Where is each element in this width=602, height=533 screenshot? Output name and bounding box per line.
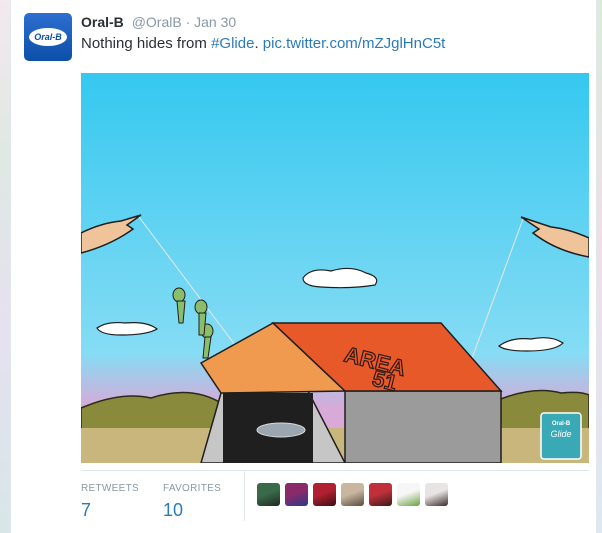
tweet-stats: RETWEETS 7 FAVORITES 10 [81,470,589,526]
favoriter-avatars [257,483,448,506]
alien-2 [194,299,208,315]
avatar[interactable]: Oral-B [24,13,72,61]
retweets-label: RETWEETS [81,483,139,494]
ufo-icon [256,422,306,438]
area-51-cartoon: AREA 51 Oral-B Glide [81,73,589,463]
tweet-text: Nothing hides from #Glide. pic.twitter.c… [81,35,445,52]
box-brand: Oral-B [552,421,571,427]
stats-divider [244,471,245,521]
favoriter-avatar-3[interactable] [313,483,336,506]
alien-1 [172,287,186,303]
separator-dot: · [185,14,191,30]
oral-b-logo-icon: Oral-B [29,28,67,46]
favorites-count: 10 [163,500,184,520]
retweets-count: 7 [81,500,92,520]
author-name[interactable]: Oral-B [81,14,124,30]
retweets-stat[interactable]: RETWEETS 7 [81,483,139,521]
favorites-label: FAVORITES [163,483,222,494]
author-handle[interactable]: @OralB [132,14,182,30]
favorites-stat[interactable]: FAVORITES 10 [163,483,221,521]
tweet-header: Oral-B @OralB · Jan 30 [81,14,236,30]
building-right-wall [344,390,502,463]
tweet-text-prefix: Nothing hides from [81,35,212,52]
favoriter-avatar-4[interactable] [341,483,364,506]
box-product: Glide [550,429,571,439]
hashtag-link[interactable]: #Glide [211,35,254,52]
favoriter-avatar-2[interactable] [285,483,308,506]
tweet-card[interactable]: Oral-B Oral-B @OralB · Jan 30 Nothing hi… [10,0,597,533]
favoriter-avatar-5[interactable] [369,483,392,506]
tweet-timestamp[interactable]: Jan 30 [194,14,236,30]
tweet-text-mid: . [254,35,263,52]
favoriter-avatar-6[interactable] [397,483,420,506]
favoriter-avatar-1[interactable] [257,483,280,506]
alien-body-1 [176,300,186,324]
favoriter-avatar-7[interactable] [425,483,448,506]
media-link[interactable]: pic.twitter.com/mZJglHnC5t [263,35,446,52]
tweet-media-image[interactable]: AREA 51 Oral-B Glide [81,73,589,463]
